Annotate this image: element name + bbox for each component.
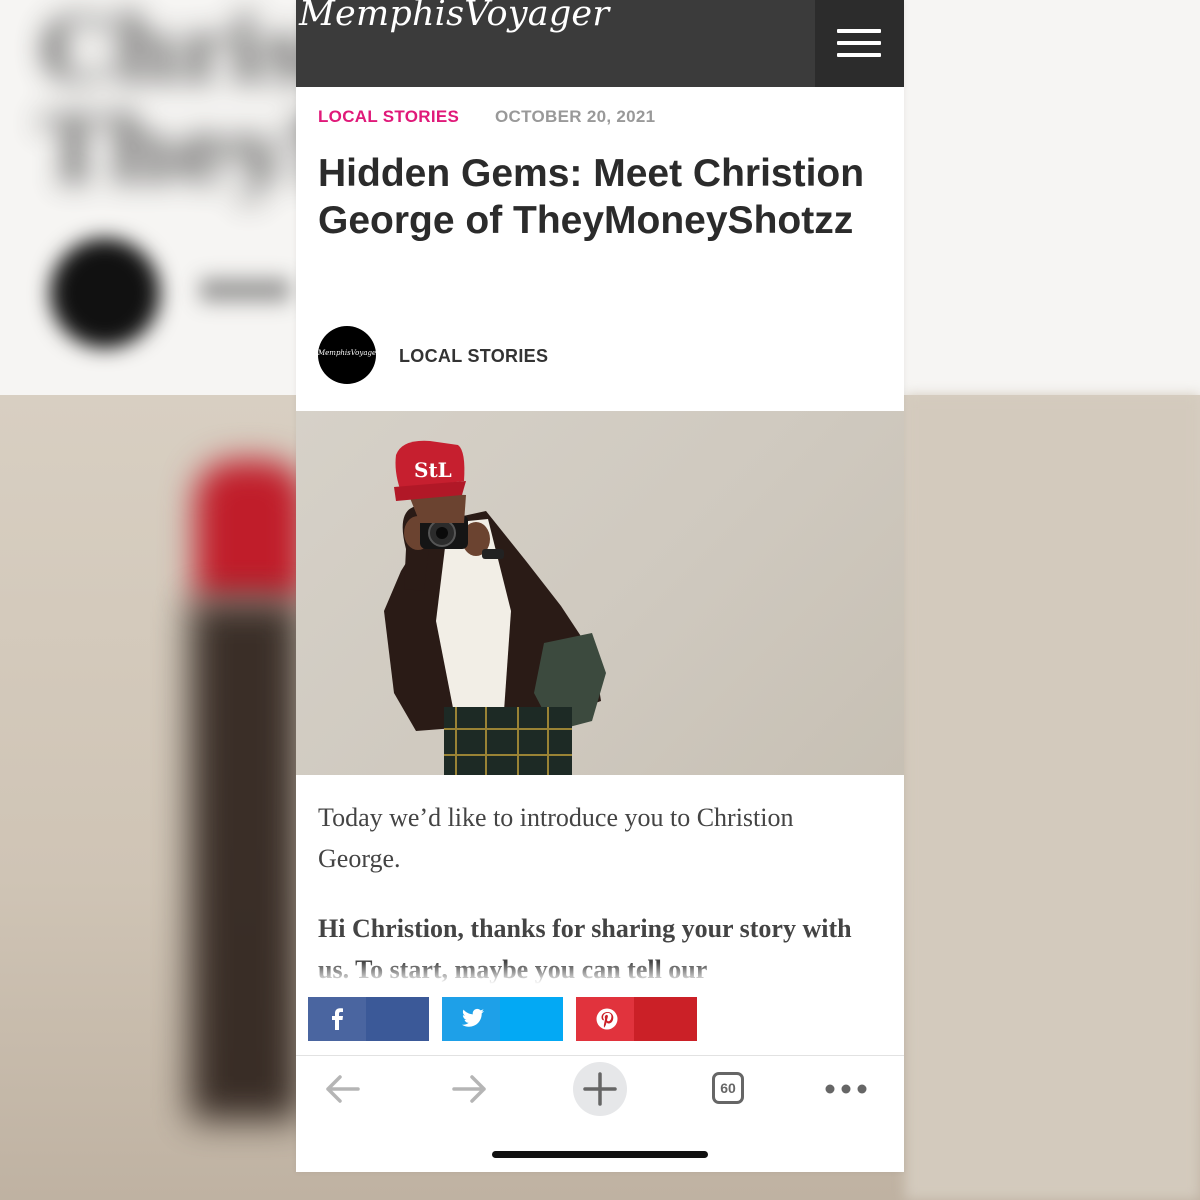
menu-icon — [837, 41, 881, 45]
article-intro: Today we’d like to introduce you to Chri… — [318, 803, 794, 873]
hero-photo: StL — [296, 411, 904, 775]
photographer-illustration: StL — [384, 440, 606, 775]
facebook-icon — [332, 1008, 343, 1030]
post-date: OCTOBER 20, 2021 — [495, 107, 656, 126]
category-link[interactable]: LOCAL STORIES — [318, 107, 459, 127]
twitter-share-button[interactable] — [442, 997, 563, 1041]
text-fade — [296, 962, 904, 984]
backdrop-cap-blur — [195, 460, 305, 600]
phone-screen: MemphisVoyager LOCAL STORIES OCTOBER 20,… — [296, 0, 904, 1172]
menu-icon — [837, 53, 881, 57]
back-arrow-icon — [326, 1075, 360, 1103]
article-title: Hidden Gems: Meet Christion George of Th… — [318, 152, 865, 242]
more-icon — [825, 1084, 867, 1094]
menu-icon — [837, 29, 881, 33]
forward-arrow-icon — [452, 1075, 486, 1103]
back-button[interactable] — [314, 1066, 374, 1112]
pinterest-icon — [596, 1008, 618, 1030]
facebook-share-button[interactable] — [308, 997, 429, 1041]
author-name[interactable]: LOCAL STORIES — [399, 346, 548, 367]
twitter-icon — [462, 1008, 484, 1027]
backdrop-figure-blur — [190, 600, 300, 1120]
author-avatar: MemphisVoyager — [318, 326, 376, 384]
svg-text:StL: StL — [414, 458, 452, 482]
avatar-logo-text: MemphisVoyager — [318, 349, 376, 357]
site-logo[interactable]: MemphisVoyager — [299, 0, 609, 34]
more-menu-button[interactable] — [818, 1066, 878, 1112]
hamburger-menu-button[interactable] — [815, 0, 904, 87]
tabs-icon: 60 — [712, 1072, 744, 1104]
backdrop-avatar-blur — [50, 238, 160, 348]
forward-button[interactable] — [442, 1066, 502, 1112]
backdrop-text-blur — [200, 278, 290, 302]
site-header: MemphisVoyager — [296, 0, 904, 87]
new-tab-plus-icon — [583, 1072, 617, 1106]
backdrop-photo-right — [905, 395, 1200, 1200]
tabs-button[interactable]: 60 — [698, 1066, 758, 1112]
pinterest-share-button[interactable] — [576, 997, 697, 1041]
new-tab-button[interactable] — [570, 1062, 630, 1116]
home-indicator[interactable] — [492, 1151, 708, 1158]
